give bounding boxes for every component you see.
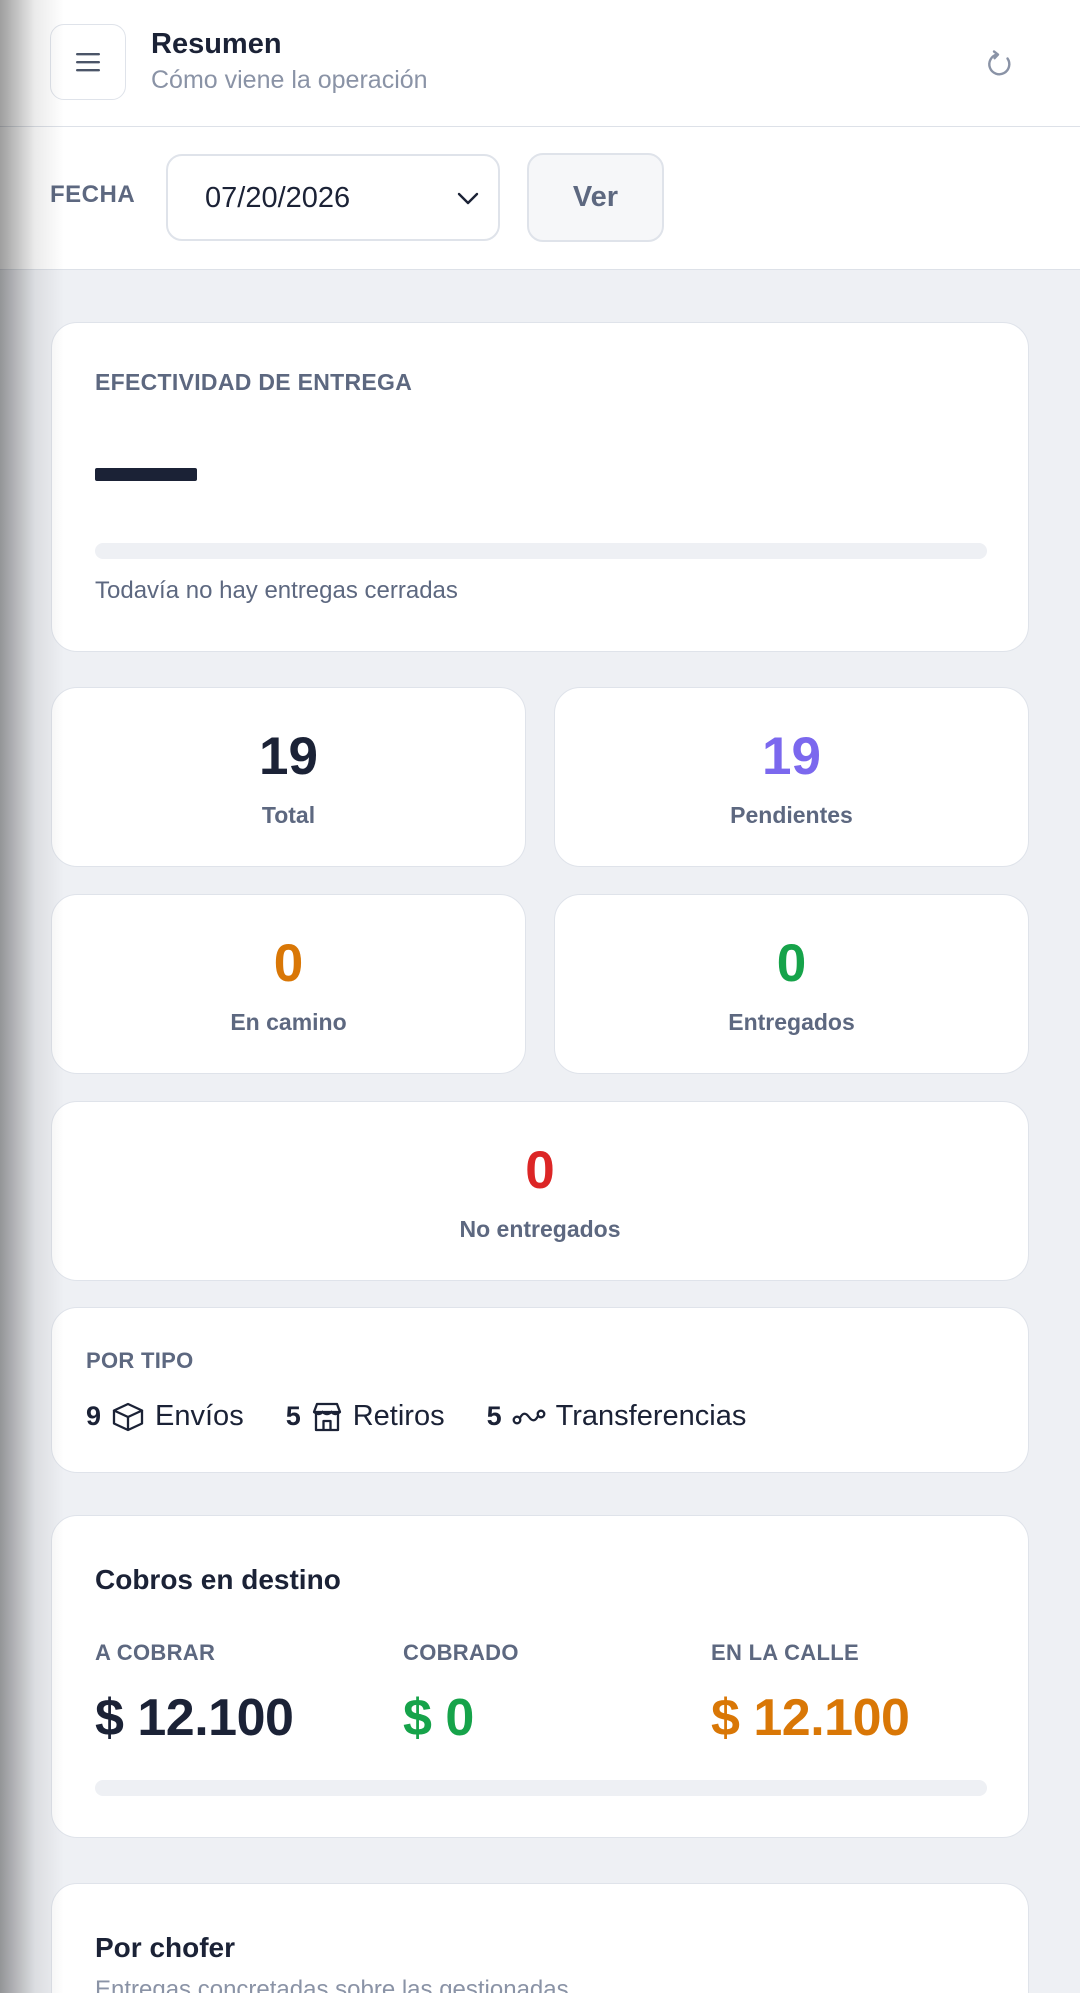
stat-label: No entregados bbox=[459, 1216, 621, 1242]
cobro-label: A COBRAR bbox=[95, 1640, 216, 1665]
stat-label: Entregados bbox=[728, 1009, 855, 1035]
box-icon bbox=[111, 1401, 145, 1433]
type-item-envios[interactable]: 9 Envíos bbox=[86, 1400, 244, 1433]
por-chofer-title: Por chofer bbox=[95, 1932, 236, 1963]
cobro-value: $ 12.100 bbox=[95, 1689, 294, 1747]
by-type-card: POR TIPO 9 Envíos 5 Retiros 5 Transferen… bbox=[51, 1307, 1029, 1473]
effectiveness-label: EFECTIVIDAD DE ENTREGA bbox=[95, 369, 413, 395]
type-name: Transferencias bbox=[555, 1400, 747, 1432]
by-type-row: 9 Envíos 5 Retiros 5 Transferencias bbox=[86, 1400, 788, 1433]
date-picker[interactable]: 07/20/2026 bbox=[166, 154, 500, 241]
stat-card-no-entregados[interactable]: 0 No entregados bbox=[51, 1101, 1029, 1281]
cobros-progress-bar bbox=[95, 1780, 987, 1796]
type-name: Retiros bbox=[352, 1400, 445, 1432]
stat-label: En camino bbox=[230, 1009, 347, 1035]
effectiveness-value-placeholder bbox=[95, 468, 197, 481]
cobro-value: $ 12.100 bbox=[711, 1689, 910, 1747]
stat-value: 0 bbox=[273, 934, 304, 993]
cobros-title: Cobros en destino bbox=[95, 1564, 341, 1595]
cobro-cobrado: COBRADO $ 0 bbox=[403, 1640, 519, 1748]
type-item-retiros[interactable]: 5 Retiros bbox=[286, 1400, 445, 1433]
stat-label: Total bbox=[261, 802, 316, 828]
menu-button[interactable] bbox=[50, 24, 126, 100]
cobros-card: Cobros en destino A COBRAR $ 12.100 COBR… bbox=[51, 1515, 1029, 1838]
cobro-en-la-calle: EN LA CALLE $ 12.100 bbox=[711, 1640, 910, 1748]
store-icon bbox=[311, 1401, 343, 1433]
filter-bar: FECHA 07/20/2026 Ver bbox=[0, 127, 1080, 270]
cobro-label: COBRADO bbox=[403, 1640, 519, 1665]
type-count: 9 bbox=[86, 1401, 102, 1431]
stat-card-en-camino[interactable]: 0 En camino bbox=[51, 894, 526, 1074]
date-value: 07/20/2026 bbox=[205, 182, 351, 214]
stat-card-pendientes[interactable]: 19 Pendientes bbox=[554, 687, 1029, 867]
refresh-button[interactable] bbox=[976, 40, 1024, 88]
view-button[interactable]: Ver bbox=[527, 153, 664, 242]
stat-label: Pendientes bbox=[730, 802, 853, 828]
cobro-a-cobrar: A COBRAR $ 12.100 bbox=[95, 1640, 294, 1748]
stat-value: 19 bbox=[762, 727, 821, 786]
stat-card-total[interactable]: 19 Total bbox=[51, 687, 526, 867]
effectiveness-card: EFECTIVIDAD DE ENTREGA Todavía no hay en… bbox=[51, 322, 1029, 652]
page-subtitle: Cómo viene la operación bbox=[151, 66, 428, 94]
cobro-label: EN LA CALLE bbox=[711, 1640, 859, 1665]
type-item-transferencias[interactable]: 5 Transferencias bbox=[487, 1400, 747, 1433]
hamburger-menu-icon bbox=[76, 53, 100, 72]
stat-value: 0 bbox=[776, 934, 807, 993]
stat-value: 0 bbox=[525, 1141, 555, 1200]
por-chofer-subtitle: Entregas concretadas sobre las gestionad… bbox=[95, 1976, 569, 1993]
transfer-icon bbox=[512, 1407, 546, 1427]
chevron-down-icon bbox=[457, 192, 479, 205]
effectiveness-progress-bar bbox=[95, 543, 987, 559]
top-bar: Resumen Cómo viene la operación bbox=[0, 0, 1080, 127]
type-count: 5 bbox=[486, 1401, 502, 1431]
type-name: Envíos bbox=[155, 1400, 244, 1432]
por-chofer-card: Por chofer Entregas concretadas sobre la… bbox=[51, 1883, 1029, 1993]
cobro-value: $ 0 bbox=[403, 1689, 474, 1747]
by-type-label: POR TIPO bbox=[86, 1348, 194, 1373]
stat-card-entregados[interactable]: 0 Entregados bbox=[554, 894, 1029, 1074]
refresh-icon bbox=[988, 50, 1011, 76]
type-count: 5 bbox=[285, 1401, 301, 1431]
page-title: Resumen bbox=[151, 28, 282, 60]
effectiveness-note: Todavía no hay entregas cerradas bbox=[95, 577, 458, 604]
stat-value: 19 bbox=[259, 727, 318, 786]
date-label: FECHA bbox=[50, 181, 136, 208]
